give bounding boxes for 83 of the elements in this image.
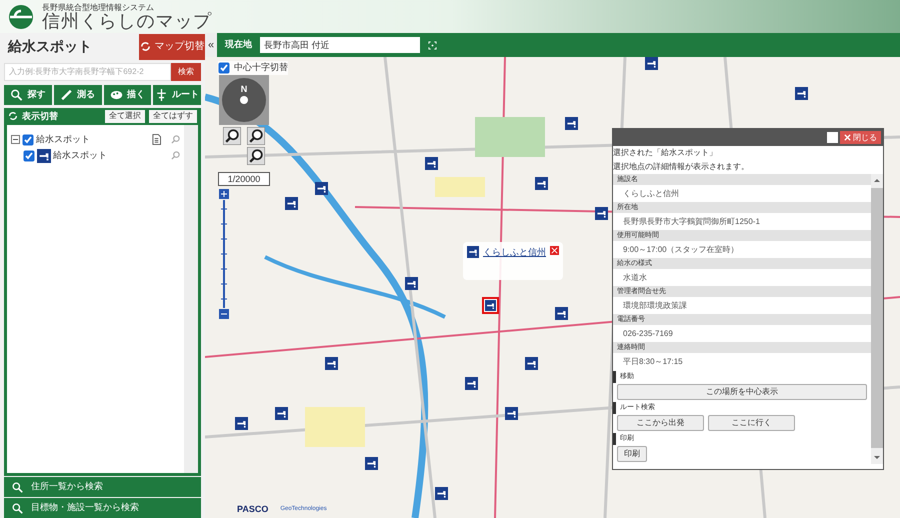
water-faucet-icon[interactable] <box>325 357 338 370</box>
scale-label: 1/20000 <box>218 172 270 186</box>
checkbox[interactable] <box>218 62 230 74</box>
action-button[interactable]: 印刷 <box>617 446 647 462</box>
zoom-in-icon[interactable] <box>223 127 241 145</box>
water-faucet-icon[interactable] <box>465 377 478 390</box>
water-faucet-icon[interactable] <box>315 182 328 195</box>
water-faucet-icon[interactable] <box>565 117 578 130</box>
map-switch-button[interactable]: マップ切替 <box>139 34 205 60</box>
checkbox[interactable] <box>22 134 34 146</box>
action-button[interactable]: この場所を中心表示 <box>617 384 867 400</box>
search-field[interactable]: 入力例:長野市大字南長野字幅下692-2 <box>4 62 171 81</box>
layer-panel-title: 表示切替 <box>22 110 59 122</box>
search-button[interactable]: 検索 <box>171 62 201 81</box>
water-faucet-icon[interactable] <box>555 307 568 320</box>
compass-label: N <box>240 83 248 96</box>
close-icon[interactable] <box>550 246 559 255</box>
logo-icon <box>8 4 34 30</box>
search-icon <box>12 502 23 514</box>
field-value: 9:00～17:00（スタッフ在室時） <box>622 244 740 256</box>
action-button[interactable]: ここから出発 <box>617 415 704 431</box>
location-field[interactable]: 長野市高田 付近 <box>260 37 420 53</box>
water-faucet-icon <box>467 246 479 258</box>
zoom-out-icon[interactable] <box>247 127 265 145</box>
water-faucet-icon[interactable] <box>275 407 288 420</box>
ruler-icon <box>60 88 74 101</box>
intro-text: 選択された「給水スポット」 <box>613 147 718 159</box>
select-button[interactable]: 全て選択 <box>105 110 145 123</box>
tool-button[interactable]: ルート <box>153 84 201 105</box>
field-value: 平日8:30～17:15 <box>622 356 684 368</box>
water-faucet-icon[interactable] <box>795 87 808 100</box>
refresh-icon <box>140 41 150 52</box>
water-faucet-icon[interactable] <box>525 357 538 370</box>
refresh-icon <box>8 111 18 122</box>
water-faucet-icon <box>37 148 51 163</box>
field-value: 環境部環境政策課 <box>622 300 688 312</box>
zoom-slider-icon[interactable] <box>219 189 229 319</box>
water-faucet-icon[interactable] <box>405 277 418 290</box>
checkbox[interactable] <box>23 150 35 162</box>
select-button[interactable]: 全てはずす <box>149 110 197 123</box>
route-icon <box>155 88 168 101</box>
search-link-button[interactable]: 目標物・施設一覧から検索 <box>4 498 201 518</box>
water-faucet-icon[interactable] <box>435 487 448 500</box>
water-faucet-icon[interactable] <box>365 457 378 470</box>
location-label: 現在地 <box>225 38 252 52</box>
panel-title: 給水スポット <box>8 37 92 56</box>
close-icon <box>844 134 851 141</box>
palette-icon <box>110 88 123 101</box>
search-icon <box>12 482 23 493</box>
field-value: 水道水 <box>622 272 648 284</box>
water-faucet-icon[interactable] <box>595 207 608 220</box>
center-dot-icon <box>240 96 248 104</box>
field-value: 長野県長野市大字鶴賀問御所町1250-1 <box>622 216 761 228</box>
site-title: 信州くらしのマップ <box>42 12 212 30</box>
close-button[interactable]: 閉じる <box>840 131 881 144</box>
site-subtitle: 長野県統合型地理情報システム <box>42 4 155 12</box>
collapse-button[interactable]: « <box>205 33 217 57</box>
water-faucet-icon[interactable] <box>645 57 658 70</box>
tool-button[interactable]: 探す <box>4 84 52 105</box>
search-link-button[interactable]: 住所一覧から検索 <box>4 477 201 498</box>
document-icon[interactable] <box>152 134 161 146</box>
crosshair-icon[interactable] <box>428 40 437 50</box>
action-button[interactable]: ここに行く <box>708 415 795 431</box>
water-faucet-icon[interactable] <box>535 177 548 190</box>
marker-label-link[interactable]: くらしふと信州 <box>483 246 546 260</box>
water-faucet-icon[interactable] <box>425 157 438 170</box>
zoom-box-icon[interactable] <box>247 147 265 165</box>
water-faucet-icon[interactable] <box>235 417 248 430</box>
collapse-icon[interactable] <box>11 135 20 144</box>
center-cross-label: 中心十字切替 <box>234 61 288 74</box>
search-icon <box>10 88 24 101</box>
pan-control[interactable]: N <box>219 75 269 125</box>
intro-text: 選択地点の詳細情報が表示されます。 <box>613 161 750 173</box>
water-faucet-icon[interactable] <box>505 407 518 420</box>
field-value: 026-235-7169 <box>622 328 674 340</box>
field-value: くらしふと信州 <box>622 188 680 200</box>
attribution-text: PASCO <box>237 502 268 516</box>
layer-label: 給水スポット <box>53 148 108 162</box>
selected-marker-icon[interactable] <box>482 297 499 314</box>
tool-button[interactable]: 測る <box>54 84 102 105</box>
tool-button[interactable]: 描く <box>104 84 152 105</box>
water-faucet-icon[interactable] <box>285 197 298 210</box>
layer-label: 給水スポット <box>36 132 91 146</box>
